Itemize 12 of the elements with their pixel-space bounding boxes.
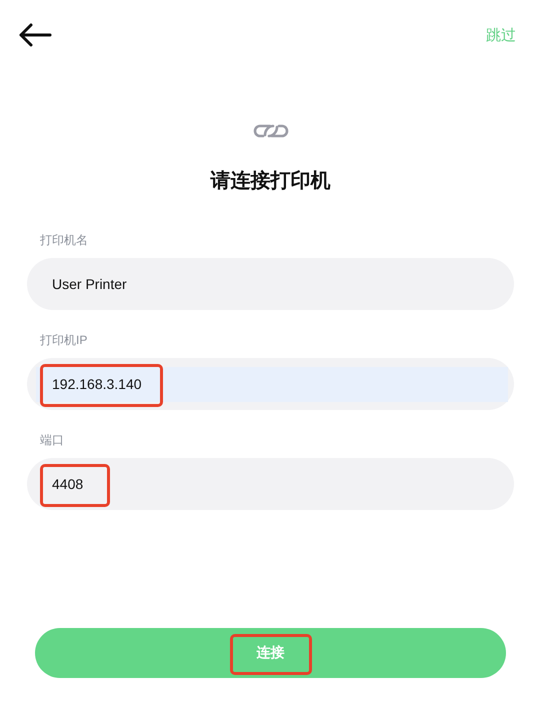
text-input[interactable]: 4408 bbox=[36, 466, 508, 502]
input-field[interactable]: 4408 bbox=[27, 458, 514, 510]
text-input[interactable]: User Printer bbox=[36, 266, 508, 302]
text-input[interactable]: 192.168.3.140 bbox=[36, 366, 508, 402]
field-label: 打印机名 bbox=[39, 232, 89, 248]
field-label: 端口 bbox=[39, 432, 65, 448]
back-arrow-icon[interactable] bbox=[18, 23, 52, 47]
input-field[interactable]: User Printer bbox=[27, 258, 514, 310]
link-icon bbox=[250, 123, 290, 139]
page-title: 请连接打印机 bbox=[209, 168, 332, 194]
field-label: 打印机IP bbox=[39, 332, 88, 348]
input-field[interactable]: 192.168.3.140 bbox=[27, 358, 514, 410]
